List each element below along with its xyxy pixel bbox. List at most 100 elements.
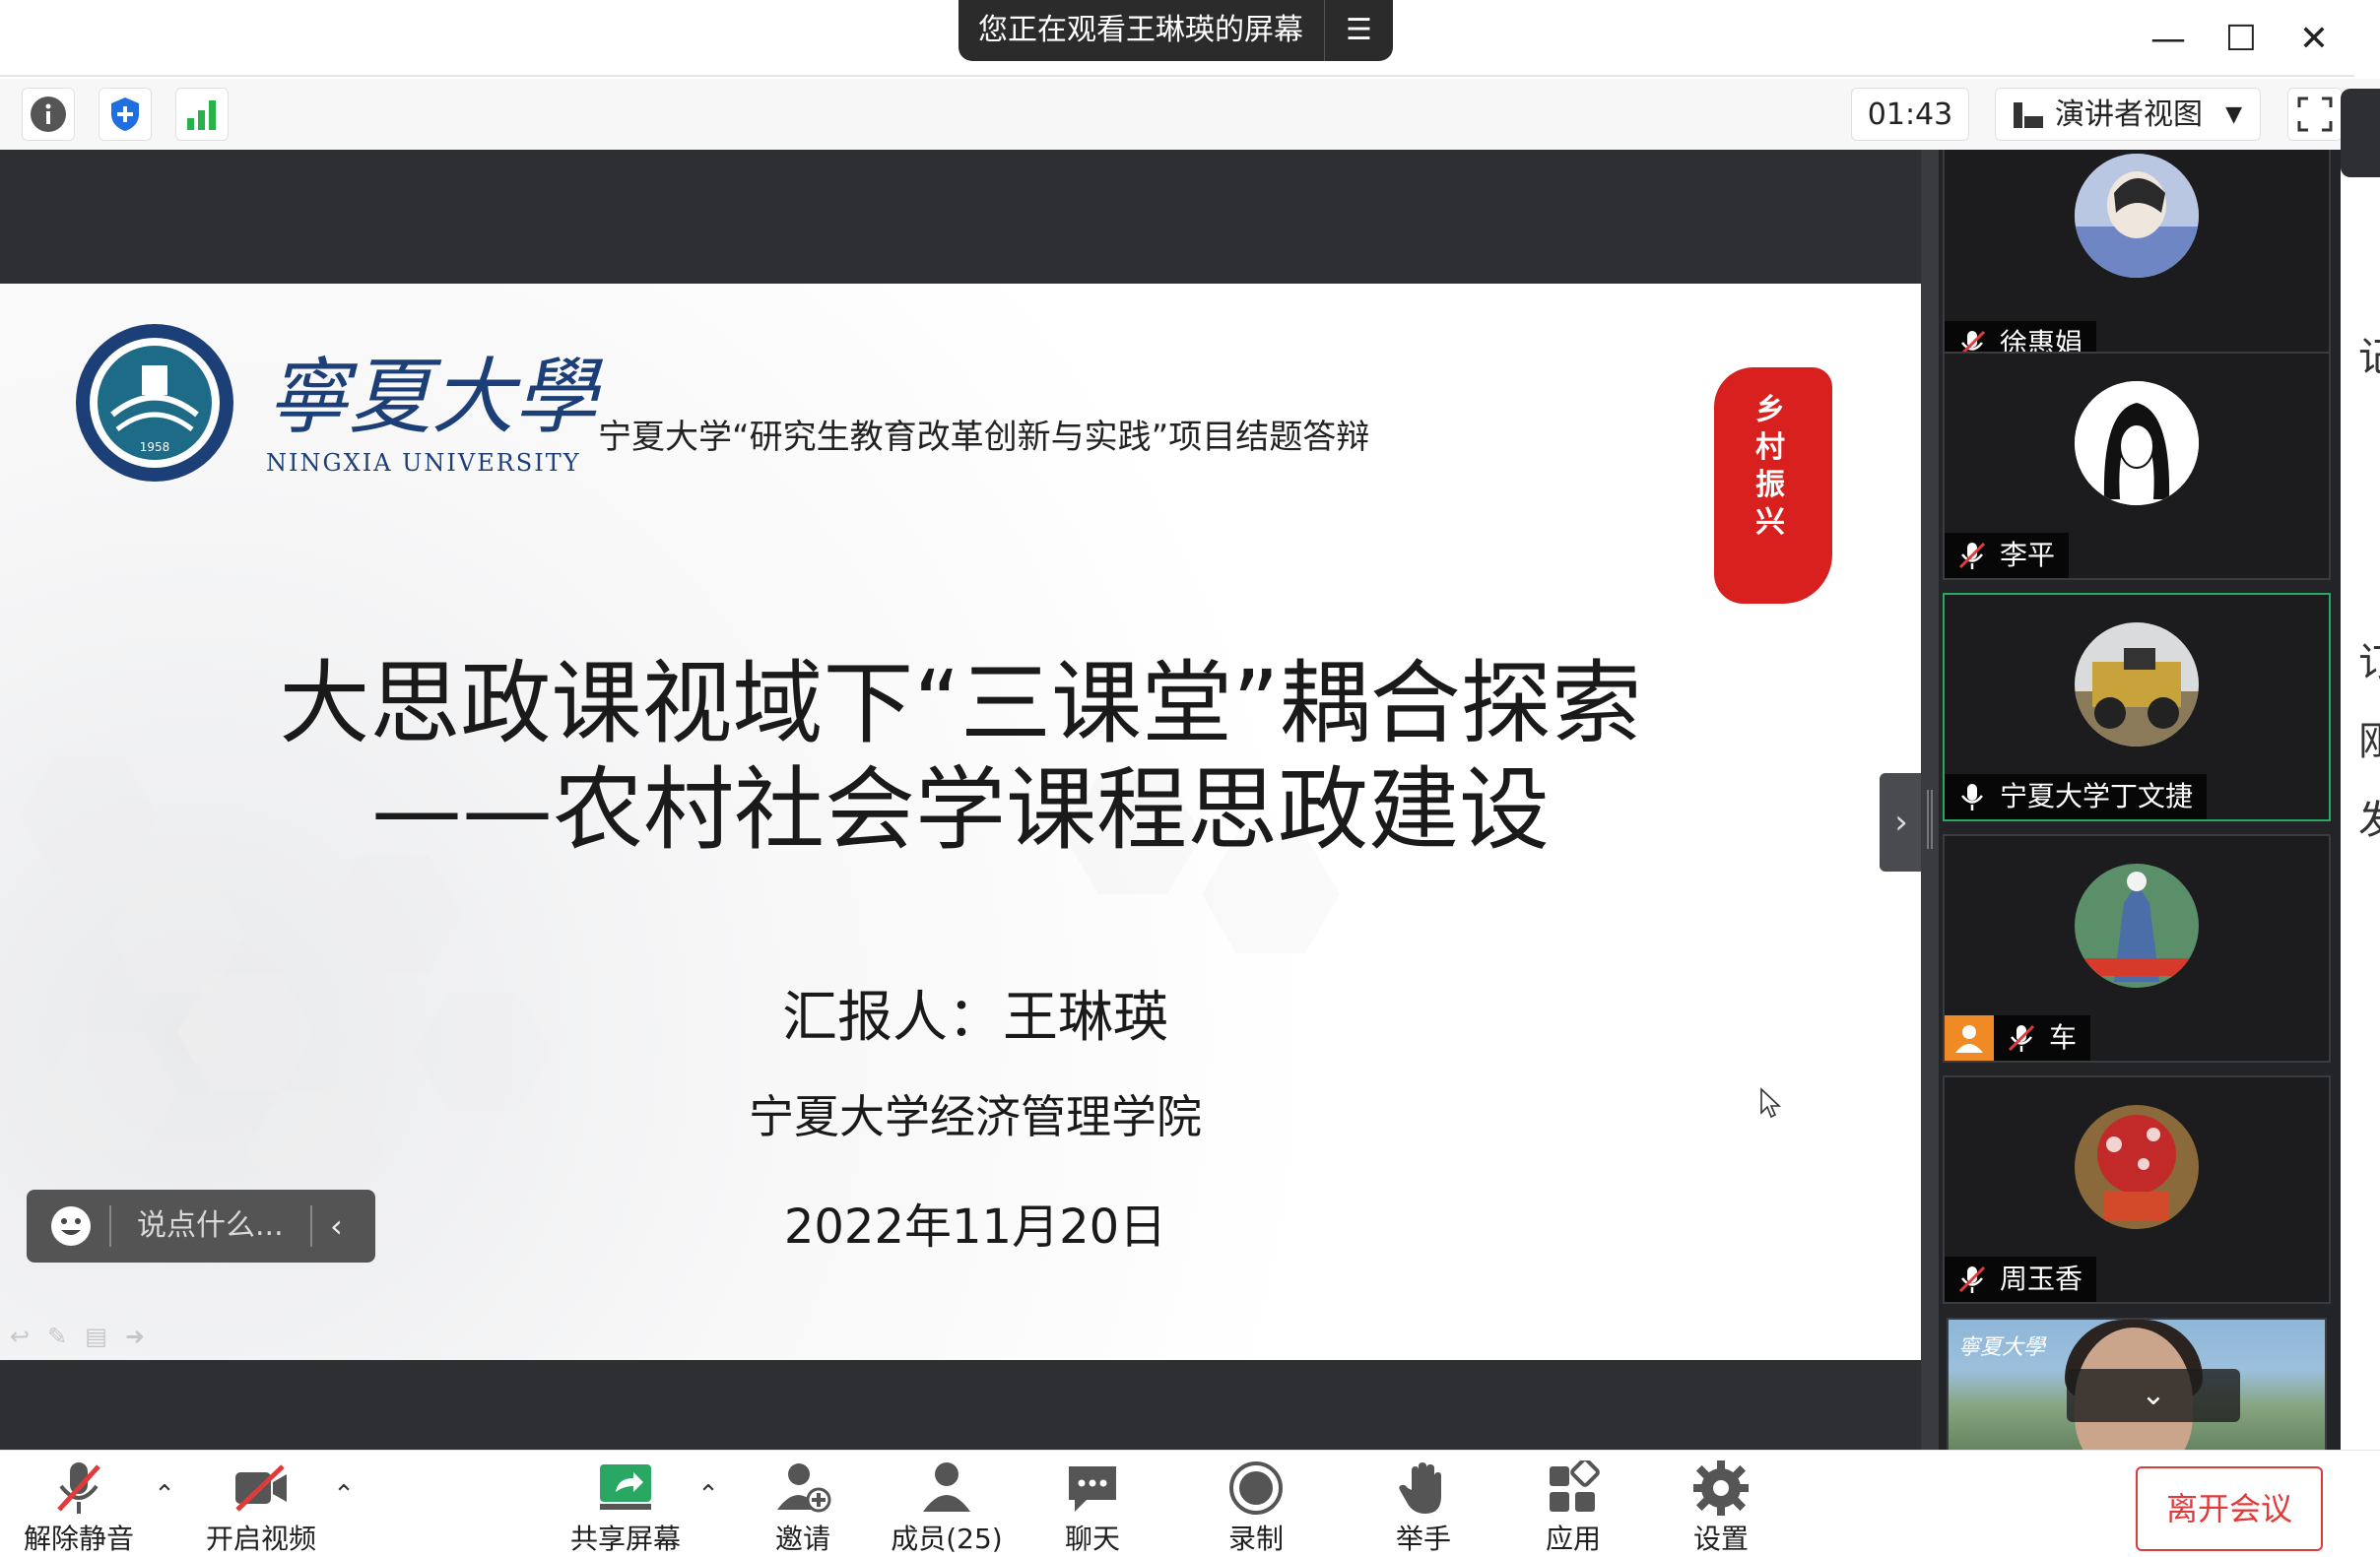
start-video-label: 开启视频	[205, 1523, 316, 1555]
share-screen-button[interactable]: 共享屏幕	[552, 1460, 699, 1557]
mic-on-icon	[1961, 784, 1983, 811]
collapse-chat-icon[interactable]: ‹	[330, 1190, 343, 1263]
mic-muted-icon	[57, 1462, 100, 1514]
avatar	[2075, 864, 2199, 988]
view-mode-label: 演讲者视图	[2055, 97, 2203, 132]
share-screen-label: 共享屏幕	[569, 1523, 681, 1555]
floating-control-handle[interactable]	[2341, 89, 2380, 177]
participant-tile-active-speaker[interactable]: 宁夏大学丁文捷	[1943, 593, 2331, 821]
screen-share-banner[interactable]: 您正在观看王琳瑛的屏幕 ☰	[959, 0, 1393, 61]
background-window-edge: 记 订 刚 发	[2341, 98, 2380, 1450]
apps-label: 应用	[1545, 1523, 1601, 1555]
avatar	[2075, 1105, 2199, 1229]
speaker-view-icon	[2014, 102, 2043, 128]
apps-grid-icon	[1550, 1460, 1600, 1512]
slide-annotation-tools[interactable]: ↩✎▤➜	[10, 1323, 163, 1350]
participant-tile[interactable]: 车	[1943, 834, 2331, 1063]
participant-name: 周玉香	[2000, 1263, 2083, 1295]
unmute-button[interactable]: 解除静音	[5, 1460, 153, 1557]
fullscreen-icon	[2297, 97, 2333, 132]
participant-name-tag: 车	[1994, 1015, 2091, 1061]
video-options-chevron-icon[interactable]: ⌃	[329, 1480, 359, 1510]
close-button[interactable]: ✕	[2289, 14, 2339, 63]
video-background-logo: 寧夏大學	[1958, 1335, 2046, 1360]
edge-text: 发	[2358, 798, 2380, 843]
collapse-panel-button[interactable]: ›	[1880, 773, 1923, 872]
edge-text: 订	[2358, 640, 2380, 685]
settings-label: 设置	[1692, 1523, 1749, 1555]
members-icon	[923, 1462, 970, 1512]
maximize-button[interactable]: ☐	[2216, 14, 2266, 63]
participant-name: 宁夏大学丁文捷	[2000, 780, 2194, 812]
participant-tile[interactable]: 李平	[1943, 352, 2331, 580]
share-banner-text: 您正在观看王琳瑛的屏幕	[978, 13, 1303, 47]
gear-icon	[1693, 1460, 1749, 1516]
slide-college: 宁夏大学经济管理学院	[749, 1090, 1202, 1143]
share-screen-icon	[600, 1464, 651, 1510]
raise-hand-icon	[1399, 1462, 1441, 1514]
members-label: 成员(25)	[891, 1523, 1003, 1555]
record-button[interactable]: 录制	[1182, 1460, 1330, 1557]
university-english-name: NINGXIA UNIVERSITY	[266, 449, 581, 477]
add-user-icon	[777, 1463, 831, 1513]
participant-name: 车	[2049, 1021, 2078, 1054]
slide-reporter: 汇报人：王琳瑛	[782, 986, 1168, 1050]
participant-name: 李平	[2000, 539, 2056, 571]
record-label: 录制	[1227, 1523, 1284, 1555]
view-mode-select[interactable]: 演讲者视图 ▼	[1995, 88, 2261, 141]
minimize-button[interactable]: —	[2144, 14, 2193, 63]
slide-subtitle: 宁夏大学“研究生教育改革创新与实践”项目结题答辩	[598, 418, 1370, 457]
chat-button[interactable]: 聊天	[1019, 1460, 1166, 1557]
mic-muted-icon	[2008, 1024, 2035, 1052]
bottom-toolbar: 解除静音 ⌃ 开启视频 ⌃ 共享屏幕 ⌃ 邀请 成员(25) 聊天 录制 举手 …	[0, 1450, 2380, 1557]
chat-input[interactable]: 说点什么...	[137, 1190, 284, 1263]
university-logo-text: 寧夏大學	[266, 349, 598, 445]
university-emblem-icon: 1958	[76, 324, 233, 482]
fullscreen-button[interactable]	[2287, 88, 2343, 141]
invite-label: 邀请	[774, 1523, 830, 1555]
mic-muted-icon	[1958, 1265, 1986, 1293]
meeting-window: 您正在观看王琳瑛的屏幕 ☰ — ☐ ✕ 01:43 演讲者视图 ▼ 1958 寧…	[0, 0, 2380, 1557]
mouse-cursor-icon	[1760, 1087, 1781, 1119]
raise-hand-label: 举手	[1395, 1523, 1451, 1555]
participant-tile[interactable]: 周玉香	[1943, 1075, 2331, 1304]
unmute-label: 解除静音	[23, 1523, 134, 1555]
avatar	[2075, 622, 2199, 746]
host-user-icon	[1945, 1015, 1994, 1061]
start-video-button[interactable]: 开启视频	[187, 1460, 335, 1557]
meeting-timer: 01:43	[1851, 88, 1969, 141]
slide-title-line2: ——农村社会学课程思政建设	[370, 757, 1550, 863]
record-icon	[1229, 1461, 1283, 1515]
participant-panel: 徐惠娟 李平 宁夏大学丁文捷 车 周玉香 寧夏大學 ⌄	[1939, 150, 2341, 1450]
edge-text: 记	[2358, 335, 2380, 380]
network-signal-icon[interactable]	[175, 88, 229, 141]
emoji-icon[interactable]	[48, 1203, 94, 1249]
invite-button[interactable]: 邀请	[729, 1460, 877, 1557]
chat-label: 聊天	[1064, 1523, 1120, 1555]
participant-name-tag: 周玉香	[1945, 1257, 2097, 1302]
mic-muted-icon	[1958, 542, 1986, 569]
meeting-info-bar: 01:43 演讲者视图 ▼	[0, 79, 2380, 150]
leave-meeting-button[interactable]: 离开会议	[2136, 1466, 2323, 1551]
chevron-down-icon: ▼	[2225, 102, 2242, 127]
video-off-icon	[235, 1464, 287, 1512]
raise-hand-button[interactable]: 举手	[1350, 1460, 1497, 1557]
emblem-year: 1958	[140, 440, 170, 454]
share-options-menu-icon[interactable]: ☰	[1324, 0, 1393, 61]
participant-video-tile[interactable]: 寧夏大學 ⌄	[1947, 1318, 2327, 1450]
meeting-info-icon[interactable]	[22, 88, 75, 141]
quick-chat-box[interactable]: 说点什么... ‹	[27, 1190, 375, 1263]
participant-name-tag: 宁夏大学丁文捷	[1945, 774, 2208, 819]
participant-tile[interactable]: 徐惠娟	[1943, 150, 2331, 368]
panel-splitter[interactable]	[1921, 150, 1939, 1450]
scroll-down-button[interactable]: ⌄	[2067, 1369, 2240, 1422]
security-shield-icon[interactable]	[99, 88, 152, 141]
settings-button[interactable]: 设置	[1647, 1460, 1795, 1557]
edge-text: 刚	[2358, 719, 2380, 764]
participant-name-tag: 李平	[1945, 533, 2070, 578]
audio-options-chevron-icon[interactable]: ⌃	[150, 1480, 179, 1510]
share-options-chevron-icon[interactable]: ⌃	[694, 1480, 723, 1510]
avatar	[2075, 381, 2199, 505]
members-button[interactable]: 成员(25)	[873, 1460, 1021, 1557]
apps-button[interactable]: 应用	[1499, 1460, 1647, 1557]
